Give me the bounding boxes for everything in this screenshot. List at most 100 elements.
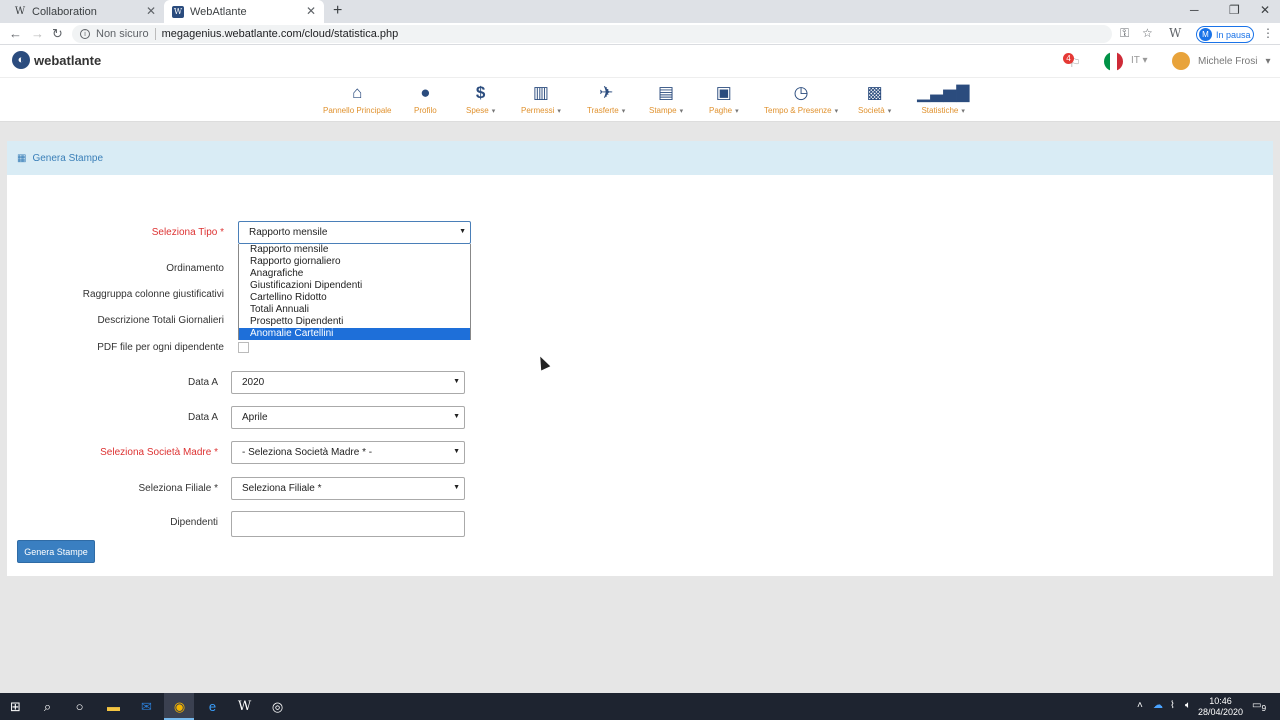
list-item[interactable]: Anagrafiche (239, 268, 470, 280)
bar-chart-icon: ▥ (532, 83, 549, 102)
notification-badge: 4 (1063, 53, 1074, 64)
nav-societa[interactable]: ▩ Società ▾ (858, 83, 891, 115)
anno-label: Data A (187, 377, 218, 388)
brand-logo[interactable]: ◐ webatlante (12, 51, 101, 69)
onedrive-icon[interactable]: ☁ (1153, 700, 1163, 711)
nav-label: Stampe ▾ (649, 106, 684, 115)
info-icon[interactable]: i (80, 29, 90, 39)
windows-start-icon[interactable]: ⊞ (7, 698, 24, 715)
nav-permessi[interactable]: ▥ Permessi ▾ (521, 83, 561, 115)
minimize-icon[interactable]: ─ (1190, 3, 1199, 17)
airplane-icon: ✈ (598, 83, 614, 102)
societa-label: Seleziona Società Madre * (100, 447, 218, 458)
nav-statistiche[interactable]: ▁▃▅▇ Statistiche ▾ (917, 83, 969, 115)
volume-icon[interactable]: 🔈︎ (1185, 700, 1191, 711)
pdf-checkbox[interactable] (238, 342, 249, 353)
caret-down-icon: ▼ (453, 378, 460, 385)
italy-flag-icon[interactable] (1104, 52, 1123, 71)
nav-label: Permessi ▾ (521, 106, 561, 115)
tipo-select[interactable]: Rapporto mensile ▼ (238, 221, 471, 244)
mese-select[interactable]: Aprile ▼ (231, 406, 465, 429)
nav-profilo[interactable]: ● Profilo (414, 83, 437, 115)
cortana-icon[interactable]: ○ (71, 698, 88, 715)
tab-collaboration[interactable]: W Collaboration ✕ (8, 0, 164, 23)
key-icon[interactable]: ⚿ (1120, 26, 1129, 41)
list-item[interactable]: Rapporto mensile (239, 244, 470, 256)
chevron-down-icon: ▾ (1265, 55, 1271, 67)
filiale-select[interactable]: Seleziona Filiale * ▼ (231, 477, 465, 500)
user-name: Michele Frosi (1198, 55, 1258, 67)
societa-select[interactable]: - Seleziona Società Madre * - ▼ (231, 441, 465, 464)
user-avatar (1172, 52, 1190, 70)
star-icon[interactable]: ☆ (1142, 26, 1153, 40)
language-selector[interactable]: IT ▾ (1131, 55, 1148, 66)
genera-stampe-button[interactable]: Genera Stampe (17, 540, 95, 563)
windows-taskbar: ⊞ ⌕ ○ ▬ ✉ ◉ e W ◎ ˄ ☁ ⌇ 🔈︎ 10:46 28/04/2… (0, 693, 1280, 720)
file-explorer-icon[interactable]: ▬ (105, 698, 122, 715)
notification-center-icon[interactable]: ▭9 (1252, 700, 1266, 713)
wordpress-app-icon[interactable]: W (236, 698, 253, 715)
list-item[interactable]: Rapporto giornaliero (239, 256, 470, 268)
document-icon: ▤ (658, 83, 675, 102)
nav-label: Paghe ▾ (709, 106, 739, 115)
nav-stampe[interactable]: ▤ Stampe ▾ (649, 83, 683, 115)
network-icon[interactable]: ⌇ (1170, 700, 1175, 711)
search-icon[interactable]: ⌕ (39, 698, 56, 715)
omnibox[interactable]: i Non sicuro megagenius.webatlante.com/c… (72, 25, 1112, 43)
nav-spese[interactable]: $ Spese ▾ (466, 83, 495, 115)
societa-value: - Seleziona Società Madre * - (242, 447, 373, 458)
forward-icon[interactable]: → (31, 26, 44, 41)
nav-label: Trasferte ▾ (587, 106, 626, 115)
list-item[interactable]: Prospetto Dipendenti (239, 316, 470, 328)
outlook-icon[interactable]: ✉ (138, 698, 155, 715)
home-icon: ⌂ (352, 83, 363, 102)
new-tab-icon[interactable]: + (333, 2, 342, 20)
ordinamento-label: Ordinamento (166, 263, 224, 274)
nav-pannello-principale[interactable]: ⌂ Pannello Principale (323, 83, 392, 115)
close-window-icon[interactable]: ✕ (1260, 3, 1270, 17)
tab-title: Collaboration (32, 5, 97, 18)
profile-button[interactable]: M In pausa (1196, 26, 1254, 43)
chevron-up-icon[interactable]: ˄ (1137, 700, 1143, 711)
notifications[interactable]: ⚐ 4 (1063, 53, 1083, 70)
nav-label-text: Spese (466, 106, 489, 115)
nav-tempo-presenze[interactable]: ◷ Tempo & Presenze ▾ (764, 83, 838, 115)
user-menu[interactable]: Michele Frosi ▾ (1172, 52, 1271, 70)
nav-label-text: Permessi (521, 106, 555, 115)
restore-icon[interactable]: ❐ (1229, 3, 1240, 17)
caret-down-icon: ▼ (453, 484, 460, 491)
list-item[interactable]: Giustificazioni Dipendenti (239, 280, 470, 292)
nav-trasferte[interactable]: ✈ Trasferte ▾ (587, 83, 625, 115)
wordpress-extension-icon[interactable]: W (1169, 26, 1181, 40)
nav-paghe[interactable]: ▣ Paghe ▾ (709, 83, 739, 115)
back-icon[interactable]: ← (9, 26, 22, 41)
app-icon[interactable]: ◎ (269, 698, 286, 715)
list-item[interactable]: Cartellino Ridotto (239, 292, 470, 304)
logo-icon: ◐ (12, 51, 30, 69)
edge-icon[interactable]: e (204, 698, 221, 715)
close-tab-icon[interactable]: ✕ (306, 4, 316, 18)
avatar: M (1199, 28, 1212, 41)
dipendenti-input[interactable] (231, 511, 465, 537)
filiale-value: Seleziona Filiale * (242, 483, 322, 494)
dollar-icon: $ (475, 83, 486, 102)
tab-webatlante[interactable]: W WebAtlante ✕ (164, 0, 324, 23)
briefcase-icon: ▩ (866, 83, 883, 102)
chrome-icon[interactable]: ◉ (171, 698, 188, 715)
descrizione-label: Descrizione Totali Giornalieri (97, 315, 224, 326)
menu-dots-icon[interactable]: ⋮ (1262, 26, 1274, 40)
anno-select[interactable]: 2020 ▼ (231, 371, 465, 394)
clock-date: 28/04/2020 (1198, 707, 1244, 717)
system-clock[interactable]: 10:46 28/04/2020 (1198, 696, 1243, 718)
address-toolbar: ← → ↻ i Non sicuro megagenius.webatlante… (0, 23, 1280, 45)
close-tab-icon[interactable]: ✕ (146, 4, 156, 18)
list-item[interactable]: Totali Annuali (239, 304, 470, 316)
nav-label: Spese ▾ (466, 106, 496, 115)
mese-label: Data A (187, 412, 218, 423)
reload-icon[interactable]: ↻ (52, 26, 63, 42)
tipo-dropdown-list: Rapporto mensile Rapporto giornaliero An… (238, 244, 471, 340)
nav-label-text: Paghe (709, 106, 733, 115)
list-item-highlighted[interactable]: Anomalie Cartellini (239, 328, 470, 340)
language-code: IT (1131, 55, 1140, 66)
notification-count: 9 (1261, 703, 1267, 713)
